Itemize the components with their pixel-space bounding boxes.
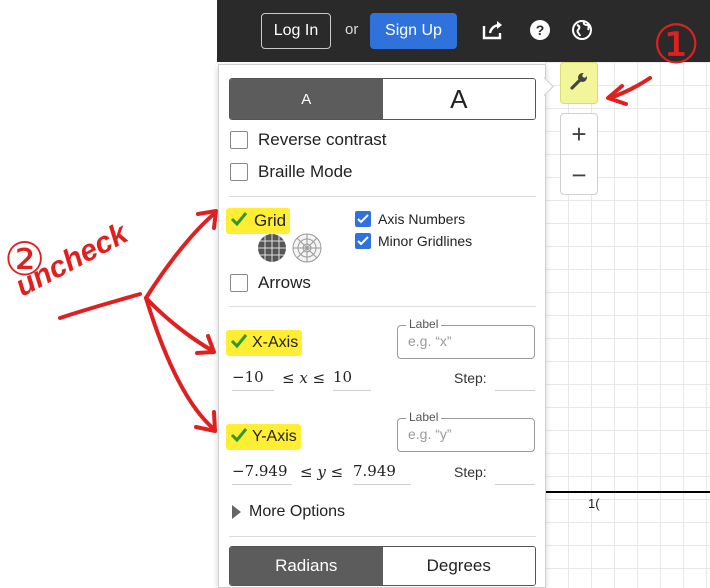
y-axis-label-field[interactable]: Label e.g. “y”	[397, 410, 535, 452]
font-size-small-button[interactable]: A	[230, 79, 383, 119]
more-options-label: More Options	[249, 503, 346, 520]
arrows-label: Arrows	[258, 273, 311, 292]
grid-label: Grid	[254, 211, 287, 230]
x-step-input[interactable]	[495, 368, 535, 391]
y-axis-checkbox[interactable]	[230, 426, 248, 449]
x-axis-label: X-Axis	[252, 334, 299, 351]
minor-gridlines-checkbox[interactable]	[355, 233, 371, 249]
braille-mode-checkbox[interactable]	[230, 163, 248, 181]
axis-numbers-label: Axis Numbers	[378, 211, 466, 227]
x-max-input[interactable]: 10	[333, 368, 371, 391]
graph-settings-button[interactable]	[560, 62, 598, 104]
wrench-icon	[569, 71, 589, 96]
reverse-contrast-option[interactable]: Reverse contrast	[230, 130, 387, 150]
cartesian-grid-icon[interactable]	[257, 233, 287, 263]
braille-mode-option[interactable]: Braille Mode	[230, 162, 353, 182]
angle-mode-toggle: Radians Degrees	[229, 546, 536, 586]
y-range-relation: ≤ 𝑦 ≤	[300, 463, 344, 481]
x-axis-label-field[interactable]: Label e.g. “x”	[397, 317, 535, 359]
x-axis-label-input[interactable]: e.g. “x”	[408, 333, 452, 349]
help-icon[interactable]: ?	[528, 18, 552, 42]
radians-button[interactable]: Radians	[230, 547, 383, 585]
y-step-input[interactable]	[495, 462, 535, 485]
axis-tick-label: 1(	[588, 496, 600, 511]
x-axis-line	[545, 491, 710, 493]
x-axis-label-legend: Label	[406, 317, 442, 331]
y-axis-label-legend: Label	[406, 410, 442, 424]
y-max-input[interactable]: 7.949	[353, 462, 411, 485]
x-range-relation: ≤ 𝑥 ≤	[282, 369, 326, 387]
y-axis-label-input[interactable]: e.g. “y”	[408, 426, 452, 442]
degrees-button[interactable]: Degrees	[382, 547, 535, 585]
top-header: Log In or Sign Up ?	[217, 0, 710, 62]
zoom-controls: + −	[560, 113, 598, 195]
axis-numbers-option[interactable]: Axis Numbers	[355, 211, 465, 227]
arrow-to-y-axis	[144, 296, 217, 432]
globe-icon[interactable]	[570, 18, 594, 42]
reverse-contrast-checkbox[interactable]	[230, 131, 248, 149]
y-step-label: Step:	[454, 464, 487, 480]
y-axis-label: Y-Axis	[252, 428, 297, 445]
x-min-input[interactable]: −10	[232, 368, 274, 391]
arrow-to-grid	[144, 211, 217, 300]
signup-button[interactable]: Sign Up	[370, 13, 457, 49]
font-size-large-button[interactable]: A	[382, 79, 535, 119]
divider	[229, 196, 536, 197]
svg-text:?: ?	[536, 22, 545, 38]
more-options-toggle[interactable]: More Options	[232, 503, 345, 521]
zoom-in-button[interactable]: +	[561, 114, 597, 154]
divider	[229, 306, 536, 307]
zoom-out-button[interactable]: −	[561, 154, 597, 195]
axis-numbers-checkbox[interactable]	[355, 211, 371, 227]
or-text: or	[345, 21, 359, 38]
minor-gridlines-label: Minor Gridlines	[378, 233, 473, 249]
grid-option[interactable]: Grid	[226, 208, 291, 234]
y-min-input[interactable]: −7.949	[232, 462, 292, 485]
arrow-to-x-axis	[144, 296, 215, 353]
font-size-toggle: A A	[229, 78, 536, 120]
arrows-checkbox[interactable]	[230, 274, 248, 292]
share-icon[interactable]	[481, 18, 505, 42]
grid-checkbox[interactable]	[230, 210, 248, 233]
minor-gridlines-option[interactable]: Minor Gridlines	[355, 233, 472, 249]
marker-1: ①	[652, 15, 701, 75]
x-step-label: Step:	[454, 370, 487, 386]
divider	[229, 536, 536, 537]
y-axis-option[interactable]: Y-Axis	[226, 424, 301, 450]
x-axis-option[interactable]: X-Axis	[226, 330, 303, 356]
x-axis-checkbox[interactable]	[230, 332, 248, 355]
login-button[interactable]: Log In	[261, 13, 331, 49]
braille-mode-label: Braille Mode	[258, 162, 353, 181]
arrows-option[interactable]: Arrows	[230, 273, 311, 293]
expand-triangle-icon	[232, 505, 241, 519]
polar-grid-icon[interactable]	[292, 233, 322, 263]
reverse-contrast-label: Reverse contrast	[258, 130, 387, 149]
